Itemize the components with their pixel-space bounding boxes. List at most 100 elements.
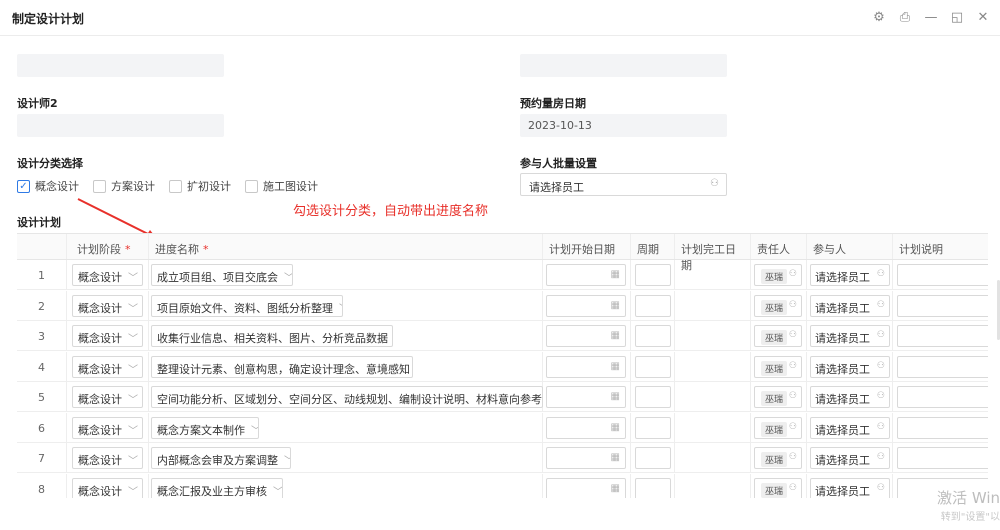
start-date-input[interactable]: ▦ <box>546 416 626 439</box>
participants-select[interactable]: 请选择员工 ⚇ <box>810 447 890 469</box>
owner-select[interactable]: 巫瑞 ⚇ <box>754 447 802 469</box>
header-participants: 参与人 <box>807 234 893 259</box>
start-date-input[interactable]: ▦ <box>546 477 626 498</box>
start-date-input[interactable]: ▦ <box>546 355 626 378</box>
chevron-down-icon: ﹀ <box>128 364 138 376</box>
checkbox-checked-icon[interactable]: ✓ <box>17 179 30 193</box>
people-icon: ⚇ <box>788 360 797 371</box>
calendar-icon: ▦ <box>610 299 620 311</box>
owner-select[interactable]: 巫瑞 ⚇ <box>754 386 802 408</box>
participants-select[interactable]: 请选择员工 ⚇ <box>810 325 890 347</box>
period-input[interactable] <box>635 447 671 469</box>
owner-tag: 巫瑞 <box>761 299 788 315</box>
stage-select[interactable]: 概念设计 ﹀ <box>72 264 143 286</box>
category-extended[interactable]: 扩初设计 <box>169 178 231 194</box>
calendar-icon: ▦ <box>610 421 620 433</box>
period-input[interactable] <box>635 477 671 498</box>
progress-select[interactable]: 概念汇报及业主方审核 ﹀ <box>151 477 283 498</box>
participants-select[interactable]: 请选择员工 ⚇ <box>810 355 890 378</box>
note-input[interactable] <box>897 264 988 286</box>
calendar-icon: ▦ <box>610 482 620 494</box>
maximize-icon[interactable]: ◱ <box>948 8 966 26</box>
period-input[interactable] <box>635 355 671 378</box>
reserve-date-field: 2023-10-13 <box>520 114 727 137</box>
progress-select[interactable]: 整理设计元素、创意构思，确定设计理念、意境感知﹀ <box>151 355 413 378</box>
stage-select[interactable]: 概念设计 ﹀ <box>72 416 143 439</box>
note-input[interactable] <box>897 416 988 439</box>
top-right-field[interactable] <box>520 54 727 77</box>
table-row: 8 概念设计 ﹀ 概念汇报及业主方审核 ﹀ ▦ 巫瑞 ⚇ 请选择员工 ⚇ <box>17 473 988 498</box>
print-icon[interactable]: ⎙ <box>896 8 914 26</box>
note-input[interactable] <box>897 294 988 317</box>
progress-select[interactable]: 概念方案文本制作﹀ <box>151 416 259 439</box>
calendar-icon: ▦ <box>610 330 620 341</box>
participants-select[interactable]: 请选择员工 ⚇ <box>810 386 890 408</box>
calendar-icon: ▦ <box>610 391 620 402</box>
chevron-down-icon: ﹀ <box>273 486 283 498</box>
note-input[interactable] <box>897 355 988 378</box>
participants-select[interactable]: 请选择员工 ⚇ <box>810 477 890 498</box>
category-scheme[interactable]: 方案设计 <box>93 178 155 194</box>
designer2-field[interactable] <box>17 114 224 137</box>
participants-select[interactable]: 请选择员工 ⚇ <box>810 416 890 439</box>
owner-tag: 巫瑞 <box>761 360 788 376</box>
people-icon: ⚇ <box>710 178 719 189</box>
category-construction[interactable]: 施工图设计 <box>245 178 318 194</box>
progress-select[interactable]: 内部概念会审及方案调整﹀ <box>151 447 291 469</box>
owner-select[interactable]: 巫瑞 ⚇ <box>754 416 802 439</box>
checkbox-icon[interactable] <box>93 179 106 193</box>
stage-select[interactable]: 概念设计 ﹀ <box>72 477 143 498</box>
header-stage: 计划阶段 * <box>67 234 149 259</box>
category-concept[interactable]: ✓ 概念设计 <box>17 178 79 194</box>
owner-select[interactable]: 巫瑞 ⚇ <box>754 264 802 286</box>
note-input[interactable] <box>897 447 988 469</box>
owner-select[interactable]: 巫瑞 ⚇ <box>754 477 802 498</box>
period-input[interactable] <box>635 264 671 286</box>
owner-tag: 巫瑞 <box>761 330 788 345</box>
period-input[interactable] <box>635 325 671 347</box>
designer1-field[interactable] <box>17 54 224 77</box>
people-icon: ⚇ <box>788 421 797 432</box>
activation-watermark: 激活 Win <box>937 489 1000 507</box>
window-title: 制定设计计划 <box>12 12 85 26</box>
start-date-input[interactable]: ▦ <box>546 264 626 286</box>
stage-select[interactable]: 概念设计 ﹀ <box>72 325 143 347</box>
period-input[interactable] <box>635 386 671 408</box>
stage-select[interactable]: 概念设计 ﹀ <box>72 355 143 378</box>
progress-select[interactable]: 收集行业信息、相关资料、图片、分析竞品数据﹀ <box>151 325 393 347</box>
owner-select[interactable]: 巫瑞 ⚇ <box>754 294 802 317</box>
owner-select[interactable]: 巫瑞 ⚇ <box>754 355 802 378</box>
checkbox-icon[interactable] <box>245 179 258 193</box>
progress-select[interactable]: 项目原始文件、资料、图纸分析整理﹀ <box>151 294 343 317</box>
owner-select[interactable]: 巫瑞 ⚇ <box>754 325 802 347</box>
progress-select[interactable]: 空间功能分析、区域划分、空间分区、动线规划、编制设计说明、材料意向参考﹀ <box>151 386 543 408</box>
participants-batch-select[interactable]: 请选择员工 ⚇ <box>520 173 727 196</box>
owner-tag: 巫瑞 <box>761 391 788 406</box>
period-input[interactable] <box>635 294 671 317</box>
chevron-down-icon: ﹀ <box>251 426 258 437</box>
participants-select[interactable]: 请选择员工 ⚇ <box>810 294 890 317</box>
start-date-input[interactable]: ▦ <box>546 386 626 408</box>
start-date-input[interactable]: ▦ <box>546 294 626 317</box>
note-input[interactable] <box>897 325 988 347</box>
table-row: 1 概念设计 ﹀ 成立项目组、项目交底会 ﹀ ▦ 巫瑞 ⚇ 请选择员工 ⚇ <box>17 260 988 290</box>
minimize-icon[interactable]: — <box>922 8 940 26</box>
period-input[interactable] <box>635 416 671 439</box>
stage-select[interactable]: 概念设计 ﹀ <box>72 386 143 408</box>
stage-select[interactable]: 概念设计 ﹀ <box>72 294 143 317</box>
owner-tag: 巫瑞 <box>761 452 788 467</box>
stage-select[interactable]: 概念设计 ﹀ <box>72 447 143 469</box>
settings-icon[interactable]: ⚙ <box>870 8 888 26</box>
progress-select[interactable]: 成立项目组、项目交底会 ﹀ <box>151 264 293 286</box>
start-date-input[interactable]: ▦ <box>546 325 626 347</box>
note-input[interactable] <box>897 386 988 408</box>
participants-select[interactable]: 请选择员工 ⚇ <box>810 264 890 286</box>
table-row: 4概念设计﹀整理设计元素、创意构思，确定设计理念、意境感知﹀▦巫瑞⚇请选择员工⚇ <box>17 351 988 382</box>
chevron-down-icon: ﹀ <box>284 273 293 284</box>
close-icon[interactable]: ✕ <box>974 8 992 26</box>
checkbox-icon[interactable] <box>169 179 182 193</box>
chevron-down-icon: ﹀ <box>128 456 138 467</box>
start-date-input[interactable]: ▦ <box>546 447 626 469</box>
chevron-down-icon: ﹀ <box>128 334 138 345</box>
header-period: 周期 <box>631 234 675 259</box>
